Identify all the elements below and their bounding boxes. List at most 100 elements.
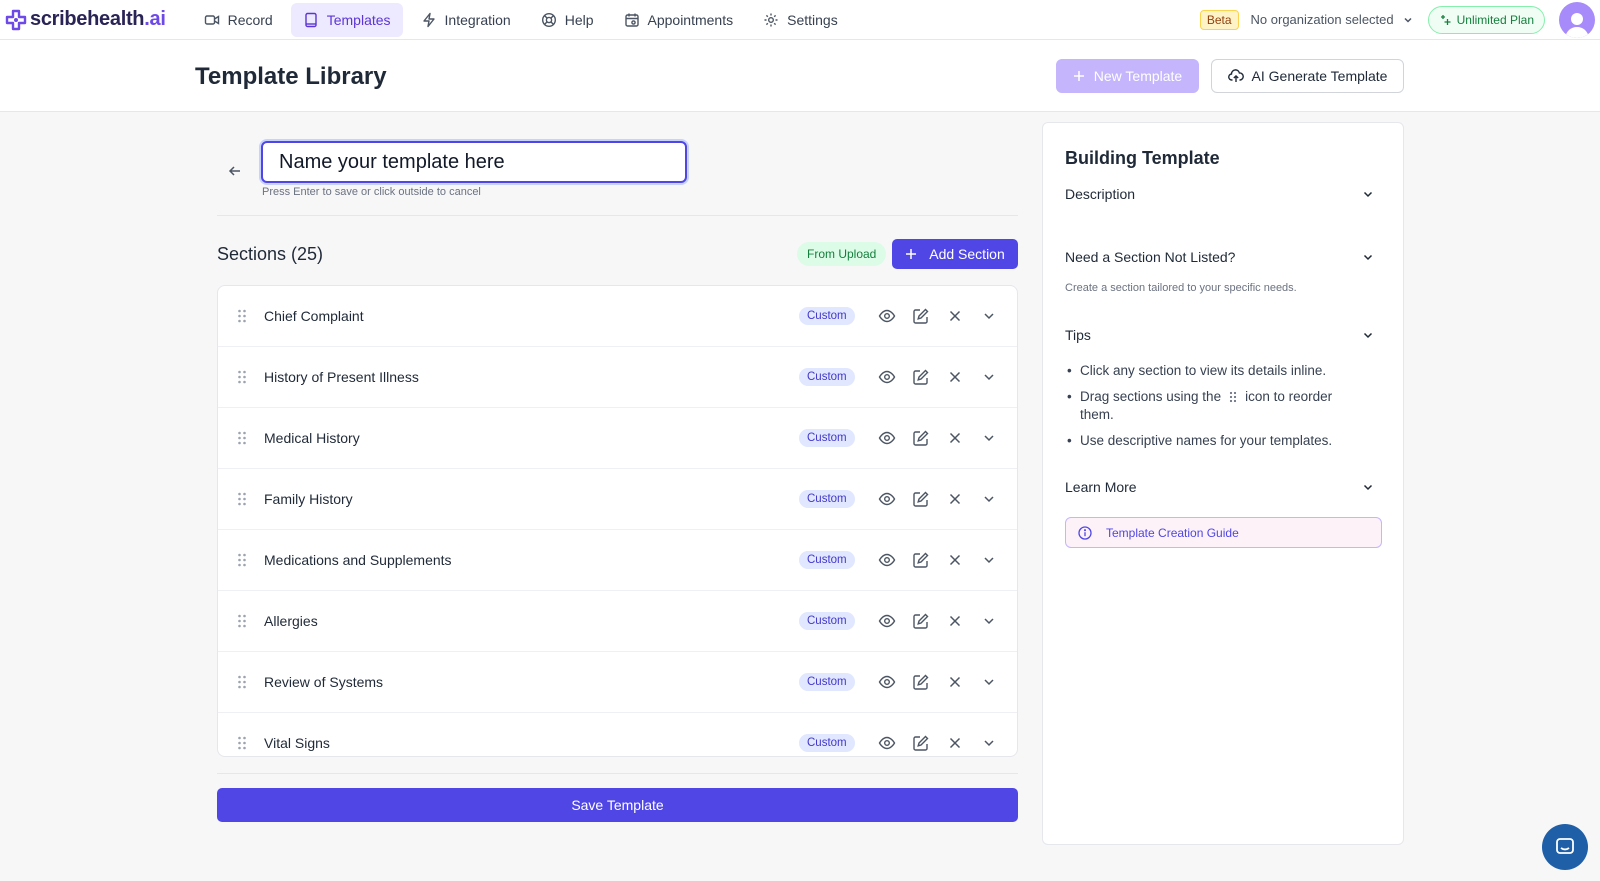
custom-badge: Custom [799,734,855,752]
drag-handle-icon[interactable] [237,675,247,689]
eye-icon[interactable] [878,673,896,691]
eye-icon[interactable] [878,734,896,752]
ai-generate-label: AI Generate Template [1251,68,1388,84]
nav-settings[interactable]: Settings [751,3,850,37]
plan-badge[interactable]: Unlimited Plan [1427,5,1545,34]
drag-handle-icon[interactable] [237,614,247,628]
save-template-button[interactable]: Save Template [217,788,1018,822]
drag-handle-icon[interactable] [237,309,247,323]
accordion-need-section-label: Need a Section Not Listed? [1065,249,1236,265]
nav-integration[interactable]: Integration [409,3,523,37]
brand-logo[interactable]: scribehealth.ai [5,8,166,31]
divider [217,773,1018,774]
edit-icon[interactable] [912,673,930,691]
nav-record[interactable]: Record [192,3,285,37]
from-upload-badge: From Upload [797,242,887,266]
sections-list[interactable]: Chief Complaint Custom History of Presen… [217,285,1018,757]
custom-badge: Custom [799,673,855,691]
chevron-down-icon [1363,254,1373,261]
add-section-button[interactable]: Add Section [892,239,1018,269]
tip-item: Drag sections using theicon to reorder t… [1065,388,1365,424]
new-template-button[interactable]: New Template [1056,59,1199,93]
guide-label: Template Creation Guide [1106,525,1239,540]
close-icon[interactable] [946,551,964,569]
gear-icon [764,13,778,26]
close-icon[interactable] [946,368,964,386]
chevron-down-icon[interactable] [980,734,998,752]
section-row[interactable]: Family History Custom [218,469,1017,530]
section-row[interactable]: Review of Systems Custom [218,652,1017,713]
accordion-learn-more-label: Learn More [1065,479,1137,495]
eye-icon[interactable] [878,490,896,508]
edit-icon[interactable] [912,307,930,325]
lifebuoy-icon [541,12,556,27]
nav-help[interactable]: Help [529,3,606,37]
close-icon[interactable] [946,490,964,508]
nav-help-label: Help [564,11,594,28]
chevron-down-icon[interactable] [980,551,998,569]
back-button[interactable] [226,162,244,180]
section-row[interactable]: Allergies Custom [218,591,1017,652]
chat-icon [1556,838,1574,854]
close-icon[interactable] [946,734,964,752]
ai-generate-template-button[interactable]: AI Generate Template [1211,59,1404,93]
tip-text-before: Drag sections using the [1080,389,1222,404]
section-label: Medical History [264,430,360,446]
chevron-down-icon[interactable] [980,429,998,447]
eye-icon[interactable] [878,612,896,630]
eye-icon[interactable] [878,307,896,325]
drag-handle-icon[interactable] [237,370,247,384]
chevron-down-icon[interactable] [980,368,998,386]
sections-title: Sections (25) [217,244,324,264]
drag-handle-icon[interactable] [237,553,247,567]
accordion-need-section[interactable]: Need a Section Not Listed? [1065,249,1375,265]
nav-appointments[interactable]: Appointments [612,3,746,37]
template-name-input[interactable] [261,141,687,183]
accordion-description-label: Description [1065,186,1136,202]
avatar[interactable] [1559,1,1595,38]
arrow-left-icon [228,166,240,176]
book-icon [305,12,317,27]
chevron-down-icon[interactable] [980,612,998,630]
eye-icon[interactable] [878,368,896,386]
edit-icon[interactable] [912,490,930,508]
drag-handle-icon[interactable] [237,492,247,506]
edit-icon[interactable] [912,368,930,386]
edit-icon[interactable] [912,612,930,630]
organization-selector[interactable]: No organization selected [1251,12,1414,27]
chevron-down-icon[interactable] [980,673,998,691]
edit-icon[interactable] [912,734,930,752]
chat-launcher-button[interactable] [1542,824,1588,870]
section-row[interactable]: Vital Signs Custom [218,713,1017,756]
chevron-down-icon [1404,17,1412,23]
drag-handle-icon[interactable] [237,736,247,750]
edit-icon[interactable] [912,551,930,569]
close-icon[interactable] [946,429,964,447]
close-icon[interactable] [946,307,964,325]
brand-name: scribehealth [30,8,145,30]
custom-badge: Custom [799,490,855,508]
nav-templates[interactable]: Templates [290,2,403,37]
organization-label: No organization selected [1250,12,1394,27]
eye-icon[interactable] [878,551,896,569]
section-row[interactable]: Medications and Supplements Custom [218,530,1017,591]
chevron-down-icon[interactable] [980,307,998,325]
eye-icon[interactable] [878,429,896,447]
section-row[interactable]: Chief Complaint Custom [218,286,1017,347]
section-row[interactable]: History of Present Illness Custom [218,347,1017,408]
edit-icon[interactable] [912,429,930,447]
accordion-description[interactable]: Description [1065,186,1375,202]
chevron-down-icon[interactable] [980,490,998,508]
accordion-tips[interactable]: Tips [1065,327,1375,343]
plus-icon [1073,71,1084,81]
tip-item: Click any section to view its details in… [1065,362,1365,380]
close-icon[interactable] [946,612,964,630]
chevron-down-icon [1363,484,1373,491]
accordion-learn-more[interactable]: Learn More [1065,479,1375,495]
new-template-label: New Template [1093,68,1183,84]
section-row[interactable]: Medical History Custom [218,408,1017,469]
drag-handle-icon[interactable] [237,431,247,445]
close-icon[interactable] [946,673,964,691]
section-label: Chief Complaint [264,308,364,324]
template-creation-guide-link[interactable]: Template Creation Guide [1065,517,1382,548]
